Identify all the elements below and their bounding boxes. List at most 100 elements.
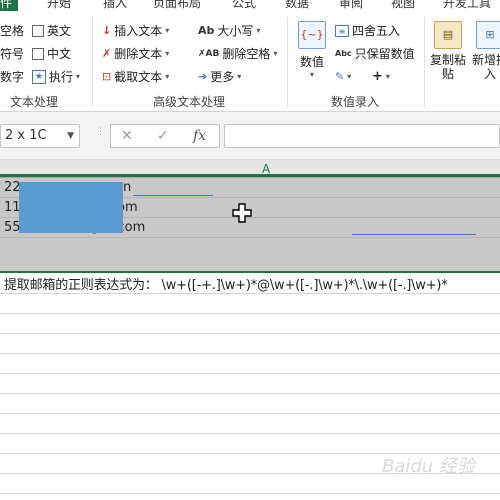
tab-view[interactable]: 视图 xyxy=(391,0,415,11)
chevron-down-icon: ▾ xyxy=(165,49,170,58)
hyperlink-underline xyxy=(352,234,476,235)
tab-insert[interactable]: 插入 xyxy=(103,0,127,11)
english-option[interactable]: 英文 xyxy=(32,22,71,40)
drag-handle-icon[interactable]: ⋮ xyxy=(96,128,105,142)
delete-space-label: 删除空格 xyxy=(222,47,271,61)
execute-label: 执行 xyxy=(49,70,74,84)
execute-icon: ★ xyxy=(32,70,46,84)
case-icon: Ab xyxy=(198,24,215,37)
tab-developer[interactable]: 开发工具 xyxy=(443,0,491,11)
number-option[interactable]: 数字 xyxy=(0,68,24,86)
symbol-option[interactable]: 符号 xyxy=(0,45,24,63)
group-divider xyxy=(424,17,425,107)
cancel-button[interactable]: ✕ xyxy=(121,125,133,147)
row-divider xyxy=(0,373,500,374)
chevron-down-icon: ▾ xyxy=(256,26,261,35)
chinese-label: 中文 xyxy=(47,47,72,61)
numeric-label: 数值 xyxy=(299,55,324,69)
english-checkbox[interactable] xyxy=(32,25,44,37)
arrow-right-icon: ➔ xyxy=(198,70,208,83)
case-button[interactable]: Ab 大小写 ▾ xyxy=(198,22,260,40)
hyperlink-underline xyxy=(133,195,213,196)
remove-space-option[interactable]: 空格 xyxy=(0,22,24,40)
execute-button[interactable]: ★ 执行 ▾ xyxy=(32,68,80,86)
delete-space-button[interactable]: ✗AB 删除空格 ▾ xyxy=(198,45,277,63)
keep-value-label: 只保留数值 xyxy=(354,47,415,61)
ribbon: 空格 英文 符号 中文 数字 ★ 执行 ▾ 文本处理 ↓ 插入文本 ▾ ✗ 删除… xyxy=(0,11,500,112)
delete-text-icon: ✗ xyxy=(102,47,112,60)
formula-buttons: ✕ ✓ fx xyxy=(110,124,220,148)
confirm-button[interactable]: ✓ xyxy=(157,125,169,147)
keep-value-button[interactable]: Abc 只保留数值 xyxy=(335,45,415,63)
new-insert-button[interactable]: ⊞ 新增插入 xyxy=(472,21,500,81)
group-divider xyxy=(92,17,93,107)
tab-file[interactable]: 件 xyxy=(0,0,19,11)
remove-space-label: 空格 xyxy=(0,24,25,38)
chevron-down-icon: ▾ xyxy=(76,72,81,81)
chevron-down-icon[interactable]: ▼ xyxy=(67,125,74,147)
chevron-down-icon: ▾ xyxy=(309,70,314,79)
row-divider xyxy=(0,433,500,434)
chevron-down-icon: ▾ xyxy=(347,72,352,81)
row-divider xyxy=(0,333,500,334)
cell-cursor-icon xyxy=(232,203,252,223)
delete-text-button[interactable]: ✗ 删除文本 ▾ xyxy=(102,45,169,63)
round-label: 四舍五入 xyxy=(352,24,401,38)
edit-button[interactable]: ✎ ▾ xyxy=(335,68,351,86)
regex-description: 提取邮箱的正则表达式为： \w+([-+.]\w+)*@\w+([-.]\w+)… xyxy=(4,278,448,293)
more-button[interactable]: ➔ 更多 ▾ xyxy=(198,68,241,86)
name-box-value: 2 x 1C xyxy=(5,128,47,143)
tab-page-layout[interactable]: 页面布局 xyxy=(153,0,201,11)
new-insert-label: 新增插入 xyxy=(472,53,500,81)
ribbon-tab-bar: 件 开始 插入 页面布局 公式 数据 审阅 视图 开发工具 xyxy=(0,0,500,11)
chinese-option[interactable]: 中文 xyxy=(32,45,71,63)
chinese-checkbox[interactable] xyxy=(32,48,44,60)
more-label: 更多 xyxy=(210,70,235,84)
insert-text-label: 插入文本 xyxy=(114,24,163,38)
chevron-down-icon: ▾ xyxy=(273,49,278,58)
chevron-down-icon: ▾ xyxy=(237,72,242,81)
tab-formulas[interactable]: 公式 xyxy=(232,0,256,11)
tab-home[interactable]: 开始 xyxy=(47,0,71,11)
round-button[interactable]: ≡ 四舍五入 xyxy=(335,22,400,40)
cell-row1-suffix: n xyxy=(123,180,132,195)
chevron-down-icon: ▾ xyxy=(165,26,170,35)
add-button[interactable]: + ▾ xyxy=(372,68,390,86)
column-header-row: A xyxy=(0,160,500,178)
english-label: 英文 xyxy=(47,24,72,38)
extract-text-label: 截取文本 xyxy=(114,70,163,84)
row-divider xyxy=(0,413,500,414)
edit-icon: ✎ xyxy=(335,70,345,83)
name-box[interactable]: 2 x 1C ▼ xyxy=(0,124,80,148)
delete-space-icon: ✗AB xyxy=(198,49,220,59)
new-insert-icon: ⊞ xyxy=(476,21,500,49)
chevron-down-icon: ▾ xyxy=(385,72,390,81)
row-divider xyxy=(0,353,500,354)
advanced-text-group-label: 高级文本处理 xyxy=(153,95,226,109)
copy-paste-button[interactable]: ▤ 复制粘贴 xyxy=(430,21,466,81)
formula-bar: 2 x 1C ▼ ⋮ ✕ ✓ fx xyxy=(0,112,500,160)
row-divider xyxy=(0,293,500,294)
tab-review[interactable]: 审阅 xyxy=(339,0,363,11)
copy-paste-label: 复制粘贴 xyxy=(430,53,467,81)
formula-input[interactable] xyxy=(224,124,500,148)
row-divider xyxy=(0,393,500,394)
text-processing-group-label: 文本处理 xyxy=(10,95,59,109)
extract-text-button[interactable]: ⊡ 截取文本 ▾ xyxy=(102,68,169,86)
symbol-label: 符号 xyxy=(0,47,25,61)
tab-data[interactable]: 数据 xyxy=(285,0,309,11)
numeric-entry-group-label: 数值录入 xyxy=(331,95,380,109)
insert-text-icon: ↓ xyxy=(102,24,112,37)
insert-function-button[interactable]: fx xyxy=(193,125,206,147)
clipboard-icon: ▤ xyxy=(434,21,462,49)
insert-text-button[interactable]: ↓ 插入文本 ▾ xyxy=(102,22,169,40)
watermark: Baidu 经验 xyxy=(382,456,475,477)
numeric-icon: {~} xyxy=(298,21,326,49)
selected-range[interactable]: 22 n 11 om 55 @ 3.com xyxy=(0,178,500,273)
redaction-mask xyxy=(19,182,123,233)
delete-text-label: 删除文本 xyxy=(114,47,163,61)
numeric-button[interactable]: {~} 数值 ▾ xyxy=(295,21,329,79)
worksheet-grid[interactable]: A 22 n 11 om 55 @ 3.com 提取邮箱的正则表达式为： \w+… xyxy=(0,160,500,500)
case-label: 大小写 xyxy=(217,24,254,38)
number-label: 数字 xyxy=(0,70,25,84)
